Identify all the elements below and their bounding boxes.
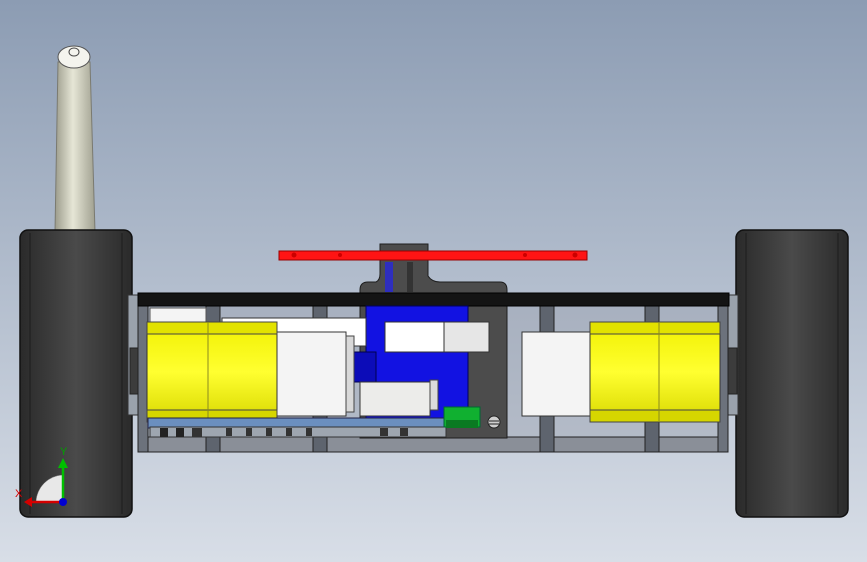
- mast: [54, 45, 96, 233]
- bottom-pcb: [147, 417, 447, 438]
- left-motor: [146, 321, 355, 423]
- right-motor: [521, 321, 721, 423]
- cad-viewport[interactable]: Y X: [0, 0, 867, 562]
- triad-x-label: X: [15, 488, 23, 500]
- triad-y-label: Y: [60, 446, 68, 458]
- left-wheel: [19, 229, 149, 518]
- green-connector: [443, 406, 481, 428]
- cad-scene: Y X: [0, 0, 867, 562]
- screw-head: [487, 415, 501, 429]
- servo-horn: [278, 250, 588, 261]
- right-wheel: [718, 229, 849, 518]
- top-plate: [137, 292, 730, 307]
